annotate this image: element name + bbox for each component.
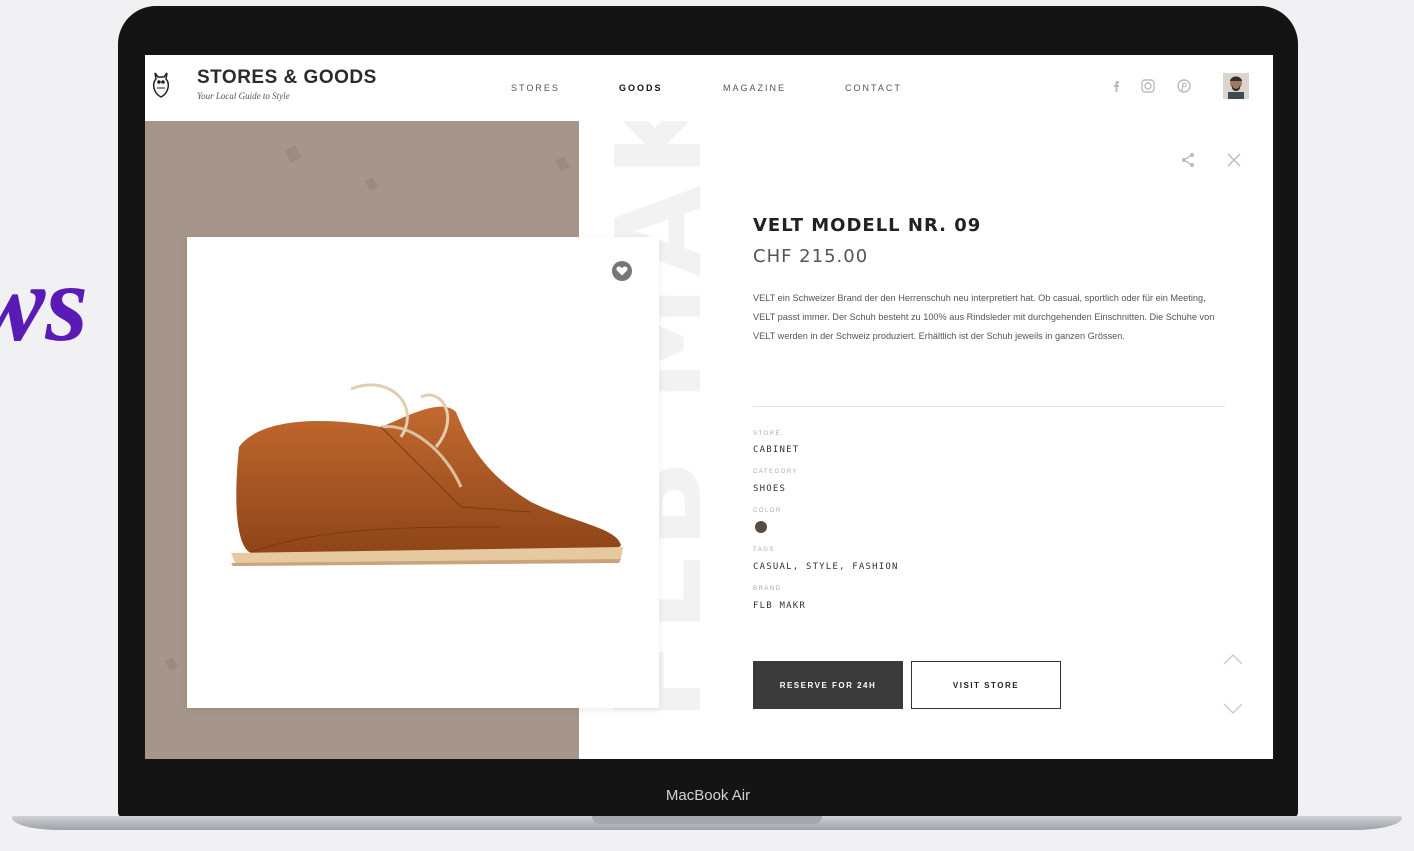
divider bbox=[753, 406, 1225, 407]
nav-goods[interactable]: GOODS bbox=[619, 83, 663, 93]
shoe-product-image bbox=[231, 383, 623, 566]
favorite-button[interactable] bbox=[612, 261, 632, 281]
color-label: COLOR bbox=[753, 508, 782, 514]
product-image-card bbox=[187, 237, 659, 708]
nav-stores[interactable]: STORES bbox=[511, 83, 560, 93]
category-label: CATEGORY bbox=[753, 469, 799, 475]
close-icon[interactable] bbox=[1225, 151, 1243, 169]
instagram-icon[interactable] bbox=[1139, 77, 1157, 95]
laptop-model-label: MacBook Air bbox=[665, 787, 751, 804]
brand-tagline: Your Local Guide to Style bbox=[197, 91, 290, 101]
tags-label: TAGS bbox=[753, 547, 775, 553]
color-swatch bbox=[755, 521, 767, 533]
product-description: VELT ein Schweizer Brand der den Herrens… bbox=[753, 293, 1215, 341]
category-value[interactable]: SHOES bbox=[753, 484, 786, 494]
share-icon[interactable] bbox=[1179, 151, 1197, 169]
chevron-up-icon[interactable] bbox=[1222, 652, 1244, 666]
laptop-notch bbox=[592, 816, 822, 824]
chevron-down-icon[interactable] bbox=[1222, 702, 1244, 716]
brand-label: BRAND bbox=[753, 586, 782, 592]
nav-contact[interactable]: CONTACT bbox=[845, 83, 902, 93]
facebook-icon[interactable] bbox=[1107, 77, 1125, 95]
nav-magazine[interactable]: MAGAZINE bbox=[723, 83, 786, 93]
top-navigation-bar: STORES & GOODS Your Local Guide to Style… bbox=[145, 55, 1273, 121]
heart-icon bbox=[616, 266, 628, 276]
browser-screen: STORES & GOODS Your Local Guide to Style… bbox=[145, 55, 1273, 759]
store-value[interactable]: CABINET bbox=[753, 445, 799, 455]
tags-value[interactable]: CASUAL, STYLE, FASHION bbox=[753, 562, 899, 572]
user-avatar[interactable] bbox=[1223, 73, 1249, 99]
visit-store-button[interactable]: VISIT STORE bbox=[911, 661, 1061, 709]
store-label: STORE bbox=[753, 431, 782, 437]
background-word: ws bbox=[0, 242, 89, 364]
reserve-button[interactable]: RESERVE FOR 24H bbox=[753, 661, 903, 709]
avatar-portrait-icon bbox=[1223, 73, 1249, 99]
pinterest-icon[interactable] bbox=[1175, 77, 1193, 95]
product-price: CHF 215.00 bbox=[753, 246, 869, 267]
product-title: VELT MODELL NR. 09 bbox=[753, 215, 982, 236]
brand-value[interactable]: FLB MAKR bbox=[753, 601, 806, 611]
owl-logo-icon[interactable] bbox=[150, 67, 172, 101]
brand-name[interactable]: STORES & GOODS bbox=[197, 67, 377, 89]
